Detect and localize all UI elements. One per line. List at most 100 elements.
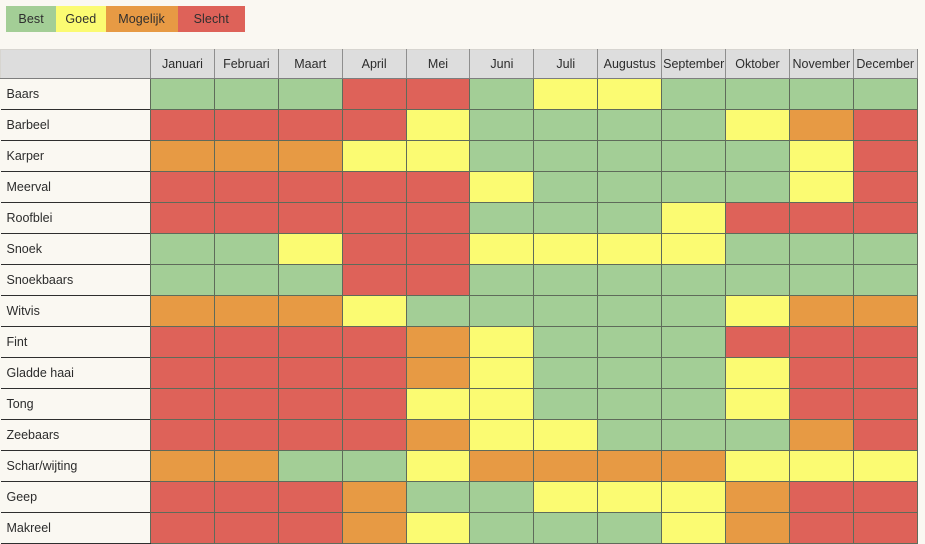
status-cell <box>277 202 343 234</box>
column-header-april: April <box>341 49 407 79</box>
status-cell <box>277 326 343 358</box>
status-cell <box>852 450 918 482</box>
status-cell <box>341 326 407 358</box>
status-cell <box>277 388 343 420</box>
row-label: Karper <box>0 140 151 172</box>
status-cell <box>405 233 471 265</box>
status-cell <box>725 295 790 327</box>
status-cell <box>469 512 535 544</box>
status-cell <box>341 233 407 265</box>
legend-item-label: Slecht <box>193 12 229 26</box>
status-cell <box>469 140 535 172</box>
season-table-wrapper: Januari Februari Maart April Mei Juni Juli Augu… <box>0 49 925 544</box>
status-cell <box>661 326 727 358</box>
status-cell <box>150 388 215 420</box>
status-cell <box>277 264 343 296</box>
status-cell <box>213 357 279 389</box>
legend-item-label: Goed <box>65 12 97 26</box>
status-cell <box>788 357 854 389</box>
status-cell <box>150 357 215 389</box>
table-row: Tong <box>0 388 918 420</box>
status-cell <box>533 233 599 265</box>
status-cell <box>788 202 854 234</box>
row-label: Witvis <box>0 295 151 327</box>
status-cell <box>597 264 663 296</box>
status-cell <box>533 481 599 513</box>
status-cell <box>788 326 854 358</box>
table-row: Karper <box>0 140 918 172</box>
status-cell <box>277 140 343 172</box>
status-cell <box>533 326 599 358</box>
status-cell <box>725 264 790 296</box>
row-label: Makreel <box>0 512 151 544</box>
status-cell <box>788 140 854 172</box>
status-cell <box>341 357 407 389</box>
table-header-row: Januari Februari Maart April Mei Juni Juli Augu… <box>0 49 918 79</box>
status-cell <box>852 512 918 544</box>
column-header-juli: Juli <box>533 49 599 79</box>
column-header-januari: Januari <box>150 49 215 79</box>
status-cell <box>852 109 918 141</box>
table-row: Schar/wijting <box>0 450 918 482</box>
status-cell <box>533 171 599 203</box>
status-cell <box>341 202 407 234</box>
status-cell <box>341 264 407 296</box>
table-row: Geep <box>0 481 918 513</box>
status-cell <box>725 326 790 358</box>
legend-item-red: Slecht <box>177 6 246 32</box>
status-cell <box>852 326 918 358</box>
status-cell <box>469 326 535 358</box>
table-body: Baars Barbeel Karper Meerval Roofblei Snoek Sn… <box>0 78 918 544</box>
row-label: Snoekbaars <box>0 264 151 296</box>
season-table: Januari Februari Maart April Mei Juni Juli Augu… <box>0 49 918 544</box>
table-row: Meerval <box>0 171 918 203</box>
status-cell <box>150 481 215 513</box>
status-cell <box>661 295 727 327</box>
status-cell <box>277 233 343 265</box>
status-cell <box>597 109 663 141</box>
status-cell <box>213 264 279 296</box>
status-cell <box>213 326 279 358</box>
status-cell <box>788 78 854 110</box>
status-cell <box>725 202 790 234</box>
legend-item-green: Best <box>6 6 57 32</box>
status-cell <box>788 419 854 451</box>
status-cell <box>277 419 343 451</box>
status-cell <box>405 295 471 327</box>
row-label: Baars <box>0 78 151 110</box>
status-cell <box>469 78 535 110</box>
status-cell <box>150 264 215 296</box>
status-cell <box>852 388 918 420</box>
status-cell <box>597 481 663 513</box>
status-cell <box>661 388 727 420</box>
status-cell <box>150 171 215 203</box>
status-cell <box>533 388 599 420</box>
status-cell <box>213 202 279 234</box>
status-cell <box>213 450 279 482</box>
row-label: Roofblei <box>0 202 151 234</box>
status-cell <box>150 233 215 265</box>
status-cell <box>405 78 471 110</box>
row-label: Barbeel <box>0 109 151 141</box>
status-cell <box>469 481 535 513</box>
column-header-november: November <box>788 49 854 79</box>
status-cell <box>469 419 535 451</box>
status-cell <box>341 295 407 327</box>
status-cell <box>341 171 407 203</box>
status-cell <box>597 419 663 451</box>
status-cell <box>150 202 215 234</box>
status-cell <box>852 357 918 389</box>
status-cell <box>852 140 918 172</box>
status-cell <box>661 481 727 513</box>
status-cell <box>213 233 279 265</box>
row-label: Geep <box>0 481 151 513</box>
status-cell <box>277 171 343 203</box>
row-label: Fint <box>0 326 151 358</box>
status-cell <box>213 512 279 544</box>
status-cell <box>597 295 663 327</box>
status-cell <box>597 78 663 110</box>
status-cell <box>597 388 663 420</box>
status-cell <box>788 295 854 327</box>
status-cell <box>788 109 854 141</box>
status-cell <box>469 109 535 141</box>
